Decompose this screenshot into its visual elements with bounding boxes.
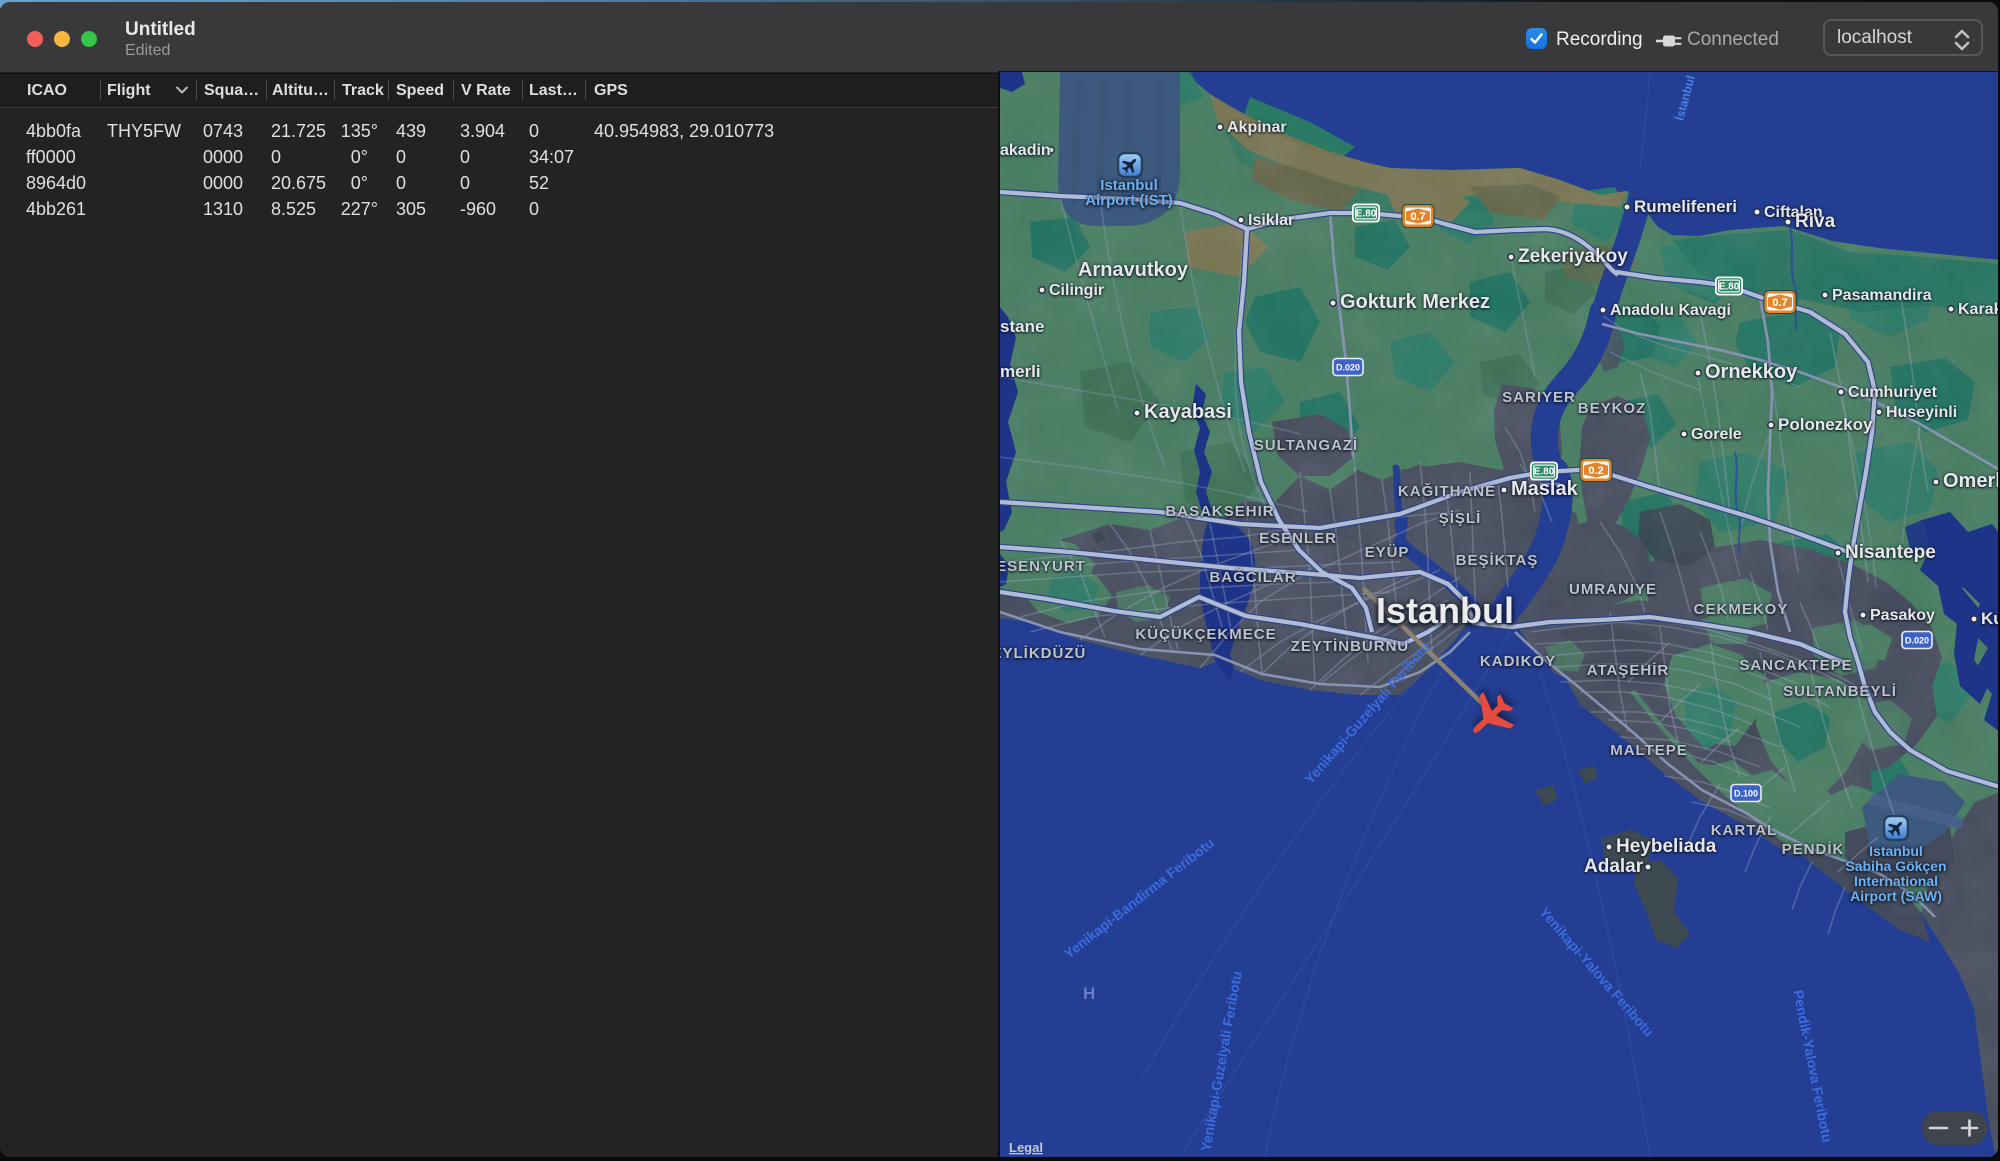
svg-text:PENDİK: PENDİK	[1782, 841, 1845, 858]
svg-text:Airport (IST): Airport (IST)	[1085, 192, 1173, 209]
svg-text:Pasamandira: Pasamandira	[1832, 287, 1932, 304]
svg-text:Polonezkoy: Polonezkoy	[1778, 415, 1873, 434]
svg-text:Akpinar: Akpinar	[1227, 119, 1287, 136]
svg-text:Omerli: Omerli	[1943, 470, 1998, 492]
svg-text:CEKMEKOY: CEKMEKOY	[1694, 601, 1789, 618]
svg-text:Gokturk Merkez: Gokturk Merkez	[1340, 291, 1490, 313]
svg-text:Cilingir: Cilingir	[1049, 282, 1104, 299]
svg-text:H: H	[1083, 984, 1095, 1003]
svg-text:KAĞITHANE: KAĞITHANE	[1398, 482, 1496, 500]
svg-text:International: International	[1854, 873, 1938, 889]
svg-text:BEYLİKDÜZÜ: BEYLİKDÜZÜ	[1000, 645, 1086, 662]
svg-text:Anadolu Kavagi: Anadolu Kavagi	[1610, 302, 1731, 319]
svg-text:MALTEPE: MALTEPE	[1610, 742, 1688, 759]
svg-text:Istanbul: Istanbul	[1869, 843, 1923, 859]
svg-text:Zekeriyakoy: Zekeriyakoy	[1518, 246, 1628, 267]
svg-text:E.80: E.80	[1356, 209, 1377, 220]
svg-text:KÜÇÜKÇEKMECE: KÜÇÜKÇEKMECE	[1135, 626, 1276, 643]
svg-text:Maslak: Maslak	[1511, 478, 1579, 500]
svg-text:Cumhuriyet: Cumhuriyet	[1848, 384, 1938, 401]
svg-text:Heybeliada: Heybeliada	[1616, 836, 1717, 857]
svg-text:Arnavutkoy: Arnavutkoy	[1078, 259, 1189, 281]
svg-text:BEŞİKTAŞ: BEŞİKTAŞ	[1456, 552, 1539, 569]
svg-text:D.020: D.020	[1905, 635, 1929, 645]
svg-text:BAĞCILAR: BAĞCILAR	[1209, 568, 1296, 586]
svg-text:Sabiha Gökçen: Sabiha Gökçen	[1845, 858, 1946, 874]
svg-text:E.80: E.80	[1719, 282, 1740, 293]
svg-text:Kayabasi: Kayabasi	[1144, 401, 1232, 423]
svg-text:0.2: 0.2	[1588, 465, 1603, 477]
svg-text:UMRANIYE: UMRANIYE	[1569, 581, 1657, 598]
svg-text:Gorele: Gorele	[1691, 426, 1742, 443]
svg-text:SARIYER: SARIYER	[1502, 389, 1576, 406]
svg-text:Kuru: Kuru	[1981, 609, 1998, 628]
svg-text:ZEYTİNBURNU: ZEYTİNBURNU	[1291, 638, 1410, 655]
svg-text:Isiklar: Isiklar	[1248, 212, 1294, 229]
svg-text:akadin: akadin	[1000, 142, 1051, 159]
svg-text:Adalar: Adalar	[1584, 856, 1644, 877]
svg-text:ŞİŞLİ: ŞİŞLİ	[1439, 510, 1482, 527]
svg-text:KADIKOY: KADIKOY	[1480, 653, 1556, 670]
svg-text:ATAŞEHİR: ATAŞEHİR	[1587, 662, 1669, 679]
svg-text:Huseyinli: Huseyinli	[1886, 404, 1957, 421]
svg-text:Pasakoy: Pasakoy	[1870, 607, 1935, 624]
svg-text:SULTANGAZİ: SULTANGAZİ	[1254, 437, 1358, 454]
svg-text:stane: stane	[1000, 317, 1044, 336]
svg-text:0.7: 0.7	[1772, 297, 1787, 309]
svg-text:D.020: D.020	[1336, 362, 1360, 372]
svg-text:Ornekkoy: Ornekkoy	[1705, 361, 1798, 383]
svg-text:Airport (SAW): Airport (SAW)	[1850, 888, 1942, 904]
svg-text:0.7: 0.7	[1410, 211, 1425, 223]
svg-text:BEYKOZ: BEYKOZ	[1578, 400, 1647, 417]
svg-text:Rumelifeneri: Rumelifeneri	[1634, 197, 1737, 216]
svg-text:E.80: E.80	[1534, 467, 1555, 478]
svg-text:Karakiraz: Karakiraz	[1958, 301, 1998, 318]
svg-text:merli: merli	[1000, 362, 1041, 381]
svg-text:Nisantepe: Nisantepe	[1845, 542, 1936, 563]
svg-text:KARTAL: KARTAL	[1711, 822, 1778, 839]
svg-text:EYÜP: EYÜP	[1365, 544, 1410, 561]
svg-text:Legal: Legal	[1009, 1140, 1043, 1155]
svg-text:ESENYURT: ESENYURT	[1000, 558, 1086, 575]
svg-text:Istanbul: Istanbul	[1376, 590, 1514, 631]
svg-text:SULTANBEYLİ: SULTANBEYLİ	[1783, 683, 1897, 700]
svg-text:ESENLER: ESENLER	[1259, 530, 1337, 547]
svg-text:Riva: Riva	[1795, 211, 1836, 232]
svg-text:BASAKSEHIR: BASAKSEHIR	[1165, 503, 1274, 520]
svg-text:D.100: D.100	[1734, 788, 1758, 798]
svg-text:SANCAKTEPE: SANCAKTEPE	[1739, 657, 1852, 674]
